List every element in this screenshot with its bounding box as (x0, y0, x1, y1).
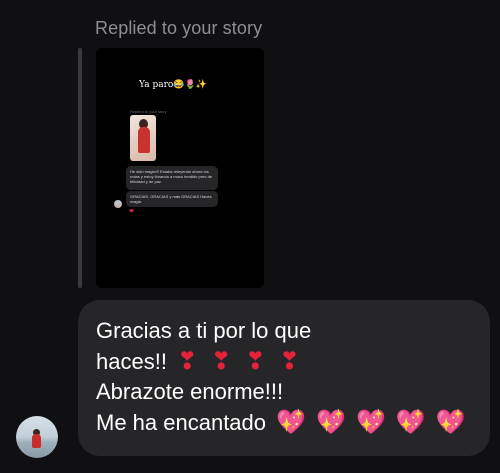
reply-indicator-bar (78, 48, 82, 288)
message-line-2: haces!! ❣ ❣ ❣ ❣ (96, 346, 472, 377)
story-preview[interactable]: Ya paro😂🌷✨ Replied to your story He sido… (96, 48, 264, 288)
heart-exclamation-icon: ❣ (177, 347, 198, 375)
story-mini-message-1: He sido magia!!! Estaba releyendo ahora … (126, 166, 218, 190)
sparkling-heart-icon: 💖 (435, 408, 466, 436)
message-line-4: Me ha encantado 💖 💖 💖 💖 💖 (96, 407, 472, 438)
story-mini-replied-label: Replied to your story (130, 109, 167, 114)
sparkling-heart-icon: 💖 (276, 408, 307, 436)
message-line-1: Gracias a ti por lo que (96, 318, 312, 343)
story-caption: Ya paro😂🌷✨ (139, 80, 207, 90)
avatar-person (32, 434, 41, 448)
sparkling-heart-icon: 💖 (395, 408, 426, 436)
story-mini-message-2: GRACIAS, GRACIAS y más GRACIAS Hacés mag… (126, 191, 218, 207)
sparkling-heart-icon: 💖 (355, 408, 386, 436)
sender-avatar[interactable] (16, 416, 58, 458)
story-mini-heart-icon: ❤ (129, 209, 135, 215)
thumbnail-person (138, 127, 150, 153)
replied-to-story-label: Replied to your story (95, 18, 263, 38)
dm-thread: Replied to your story Ya paro😂🌷✨ Replied… (0, 0, 500, 473)
message-line-4-text: Me ha encantado (96, 410, 267, 435)
sparkling-heart-icon: 💖 (316, 408, 346, 436)
message-line-3: Abrazote enorme!!! (96, 379, 284, 404)
heart-exclamation-icon: ❣ (211, 347, 232, 375)
story-mini-thumbnail (130, 115, 156, 161)
message-line-2-text: haces!! (96, 349, 167, 374)
heart-exclamation-icon: ❣ (279, 347, 300, 375)
message-bubble[interactable]: Gracias a ti por lo que haces!! ❣ ❣ ❣ ❣ Abr… (78, 300, 490, 456)
heart-exclamation-icon: ❣ (245, 347, 266, 375)
story-mini-avatar (114, 200, 122, 208)
